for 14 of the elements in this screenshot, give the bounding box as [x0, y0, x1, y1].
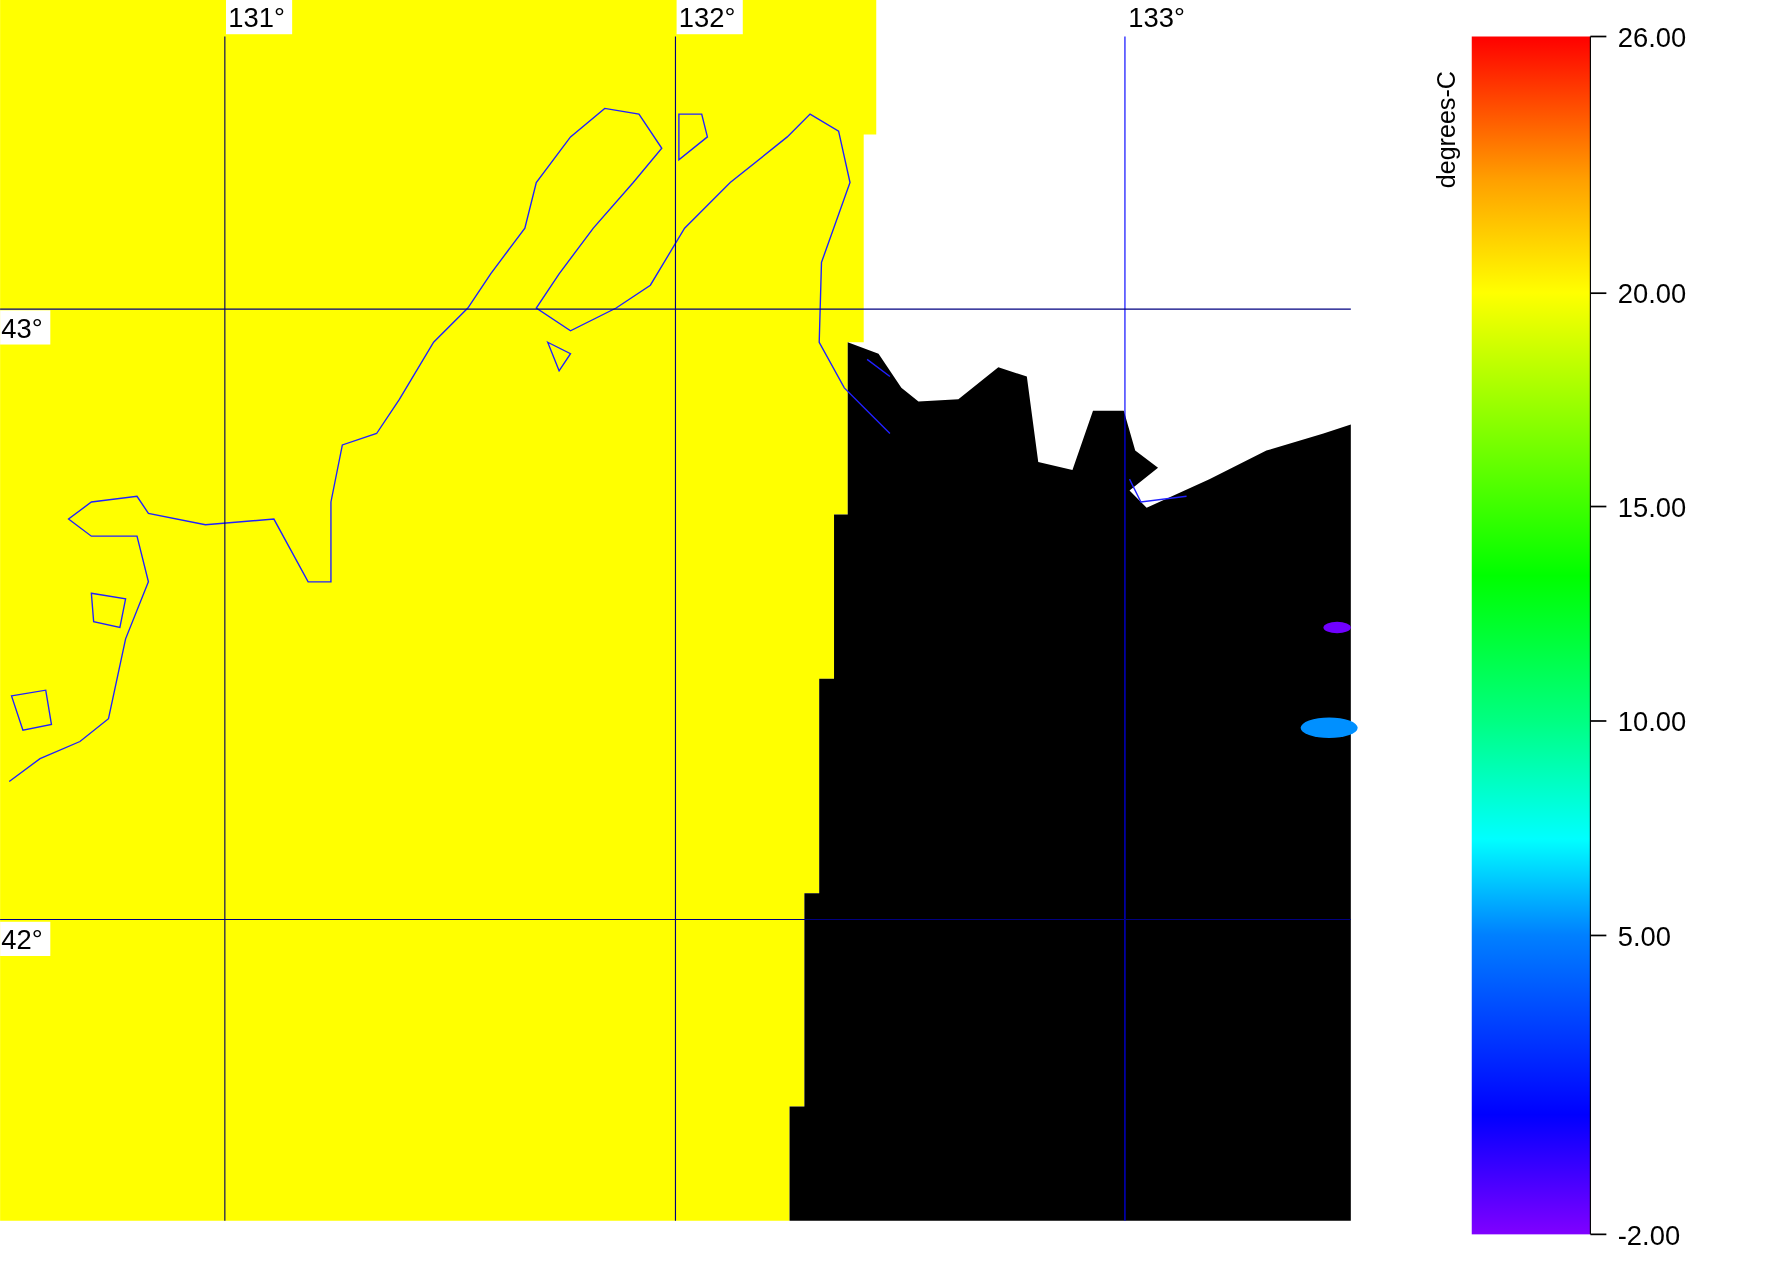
colorbar-tick-label: 10.00: [1617, 706, 1687, 738]
colorbar-tick-label: -2.00: [1617, 1219, 1681, 1251]
longitude-label: 131°: [226, 0, 293, 35]
data-patch: [1300, 717, 1358, 739]
data-patch: [1323, 621, 1351, 634]
latitude-label: 43°: [0, 310, 51, 345]
colorbar-tick-label: 15.00: [1617, 491, 1687, 523]
colorbar-tick-label: 5.00: [1617, 920, 1671, 952]
colorbar-title: degrees-C: [1431, 71, 1460, 189]
latitude-label: 42°: [0, 921, 51, 956]
colorbar-tick-label: 26.00: [1617, 21, 1687, 53]
longitude-label: 132°: [676, 0, 743, 35]
colorbar-tick-label: 20.00: [1617, 278, 1687, 310]
longitude-label: 133°: [1126, 0, 1193, 35]
